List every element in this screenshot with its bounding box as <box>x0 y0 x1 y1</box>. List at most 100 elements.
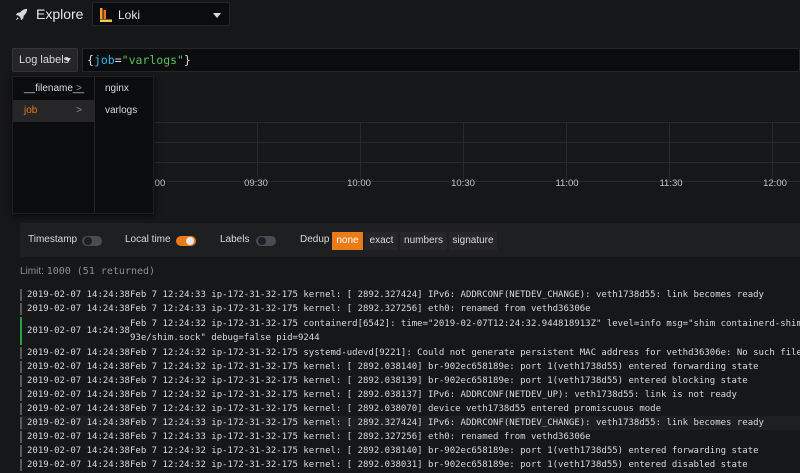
log-row[interactable]: 2019-02-07 14:24:38 Feb 7 12:24:32 ip-172… <box>20 444 800 458</box>
log-message: Feb 7 12:24:32 ip-172-31-32-175 kernel: … <box>130 390 737 400</box>
log-rows: 2019-02-07 14:24:38 Feb 7 12:24:33 ip-172… <box>20 288 800 472</box>
label-key-text: job <box>24 105 38 116</box>
grid-line <box>463 122 464 182</box>
severity-marker <box>20 361 22 373</box>
chevron-right-icon: > <box>76 83 82 94</box>
log-row[interactable]: 2019-02-07 14:24:38 Feb 7 12:24:33 ip-172… <box>20 430 800 444</box>
log-message: Feb 7 12:24:32 ip-172-31-32-175 kernel: … <box>130 460 748 470</box>
log-message: Feb 7 12:24:33 ip-172-31-32-175 kernel: … <box>130 290 764 300</box>
labels-toggle[interactable] <box>256 236 276 246</box>
log-row[interactable]: 2019-02-07 14:24:38 Feb 7 12:24:32 ip-172… <box>20 388 800 402</box>
x-tick-label: 11:30 <box>659 178 683 189</box>
query-operator: = <box>114 53 122 67</box>
label-value-nginx[interactable]: nginx <box>95 78 153 100</box>
grid-line <box>772 122 773 182</box>
grid-line <box>151 122 800 123</box>
x-tick-label: 09:30 <box>244 178 268 189</box>
log-labels-button[interactable]: Log labels <box>12 48 78 72</box>
severity-marker <box>20 303 22 315</box>
log-row[interactable]: 2019-02-07 14:24:38 Feb 7 12:24:32 ip-172… <box>20 360 800 374</box>
query-brace-close: } <box>183 53 191 67</box>
severity-marker <box>20 445 22 457</box>
log-row[interactable]: 2019-02-07 14:24:38 Feb 7 12:24:32 ip-172… <box>20 458 800 472</box>
limit-value: 1000 (51 returned) <box>46 266 156 277</box>
severity-marker <box>20 347 22 359</box>
x-tick-label: 11:00 <box>555 178 579 189</box>
severity-marker <box>20 375 22 387</box>
log-row[interactable]: 2019-02-07 14:24:38 Feb 7 12:24:32 ip-172… <box>20 402 800 416</box>
label-key-text: __filename__ <box>24 83 85 94</box>
log-row[interactable]: 2019-02-07 14:24:38 Feb 7 12:24:33 ip-172… <box>20 302 800 316</box>
log-message: Feb 7 12:24:32 ip-172-31-32-175 systemd-… <box>130 348 800 358</box>
severity-marker <box>20 403 22 415</box>
log-message: Feb 7 12:24:32 ip-172-31-32-175 kernel: … <box>130 376 748 386</box>
toggle-knob <box>258 237 266 245</box>
log-labels-label: Log labels <box>19 54 70 66</box>
grid-line <box>566 122 567 182</box>
log-row[interactable]: 2019-02-07 14:24:38 Feb 7 12:24:32 ip-172… <box>20 374 800 388</box>
query-label-value: "varlogs" <box>121 53 184 67</box>
severity-marker <box>20 431 22 443</box>
dedup-numbers-button[interactable]: numbers <box>400 232 447 250</box>
query-label-key: job <box>93 53 115 67</box>
timestamp-toggle[interactable] <box>82 236 102 246</box>
log-timestamp: 2019-02-07 14:24:38 <box>27 432 130 442</box>
log-message: Feb 7 12:24:33 ip-172-31-32-175 kernel: … <box>130 418 764 428</box>
log-timestamp: 2019-02-07 14:24:38 <box>27 418 130 428</box>
log-timestamp: 2019-02-07 14:24:38 <box>27 362 130 372</box>
severity-marker <box>20 417 22 429</box>
x-tick-label: 10:30 <box>451 178 475 189</box>
label-values-column: nginx varlogs <box>95 77 153 213</box>
severity-marker <box>20 459 22 471</box>
log-message-line: Feb 7 12:24:32 ip-172-31-32-175 containe… <box>130 319 800 329</box>
dedup-signature-button[interactable]: signature <box>449 232 497 250</box>
local-time-toggle[interactable] <box>176 236 196 246</box>
page-title: Explore <box>36 6 84 22</box>
severity-marker <box>20 289 22 301</box>
log-message: Feb 7 12:24:32 ip-172-31-32-175 kernel: … <box>130 446 759 456</box>
log-timestamp: 2019-02-07 14:24:38 <box>27 348 130 358</box>
log-message: Feb 7 12:24:32 ip-172-31-32-175 containe… <box>130 317 800 345</box>
log-timestamp: 2019-02-07 14:24:38 <box>27 290 130 300</box>
toggle-knob <box>186 237 194 245</box>
limit-info: Limit: 1000 (51 returned) <box>20 266 155 277</box>
local-time-label: Local time <box>125 234 171 245</box>
query-input[interactable]: {job="varlogs"} <box>82 48 800 72</box>
x-tick-label: 10:00 <box>347 178 371 189</box>
log-row[interactable]: 2019-02-07 14:24:38 Feb 7 12:24:33 ip-172… <box>20 288 800 302</box>
grid-line <box>669 122 670 182</box>
label-key-job[interactable]: job > <box>13 100 94 122</box>
log-timestamp: 2019-02-07 14:24:38 <box>27 404 130 414</box>
dedup-none-button[interactable]: none <box>332 232 363 250</box>
log-row[interactable]: 2019-02-07 14:24:38 Feb 7 12:24:32 ip-172… <box>20 346 800 360</box>
log-row[interactable]: 2019-02-07 14:24:38 Feb 7 12:24:33 ip-172… <box>20 416 800 430</box>
toggle-knob <box>84 237 92 245</box>
log-message: Feb 7 12:24:33 ip-172-31-32-175 kernel: … <box>130 304 591 314</box>
label-keys-column: __filename__ > job > <box>13 77 95 213</box>
loki-logo-icon <box>100 8 112 22</box>
limit-prefix: Limit: <box>20 266 44 277</box>
log-row[interactable]: 2019-02-07 14:24:38 Feb 7 12:24:32 ip-172… <box>20 316 800 346</box>
log-timestamp: 2019-02-07 14:24:38 <box>27 326 130 336</box>
datasource-picker[interactable]: Loki <box>92 2 230 26</box>
query-row: Log labels {job="varlogs"} <box>12 48 800 72</box>
rocket-icon <box>15 8 28 21</box>
chevron-right-icon: > <box>76 105 82 116</box>
chevron-down-icon <box>65 58 71 62</box>
label-key-filename[interactable]: __filename__ > <box>13 78 94 100</box>
severity-marker <box>20 317 22 345</box>
label-value-varlogs[interactable]: varlogs <box>95 100 153 122</box>
query-brace-open: { <box>87 53 94 67</box>
grid-line <box>151 162 800 163</box>
grid-line <box>151 142 800 143</box>
grid-line <box>360 122 361 182</box>
log-labels-dropdown: __filename__ > job > nginx varlogs <box>12 76 154 214</box>
log-message-line: 93e/shim.sock" debug=false pid=9244 <box>130 333 320 343</box>
timestamp-label: Timestamp <box>28 234 78 245</box>
chevron-down-icon <box>213 13 221 18</box>
log-timestamp: 2019-02-07 14:24:38 <box>27 446 130 456</box>
x-tick-label: 12:00 <box>763 178 787 189</box>
dedup-exact-button[interactable]: exact <box>365 232 398 250</box>
log-timestamp: 2019-02-07 14:24:38 <box>27 304 130 314</box>
severity-marker <box>20 389 22 401</box>
